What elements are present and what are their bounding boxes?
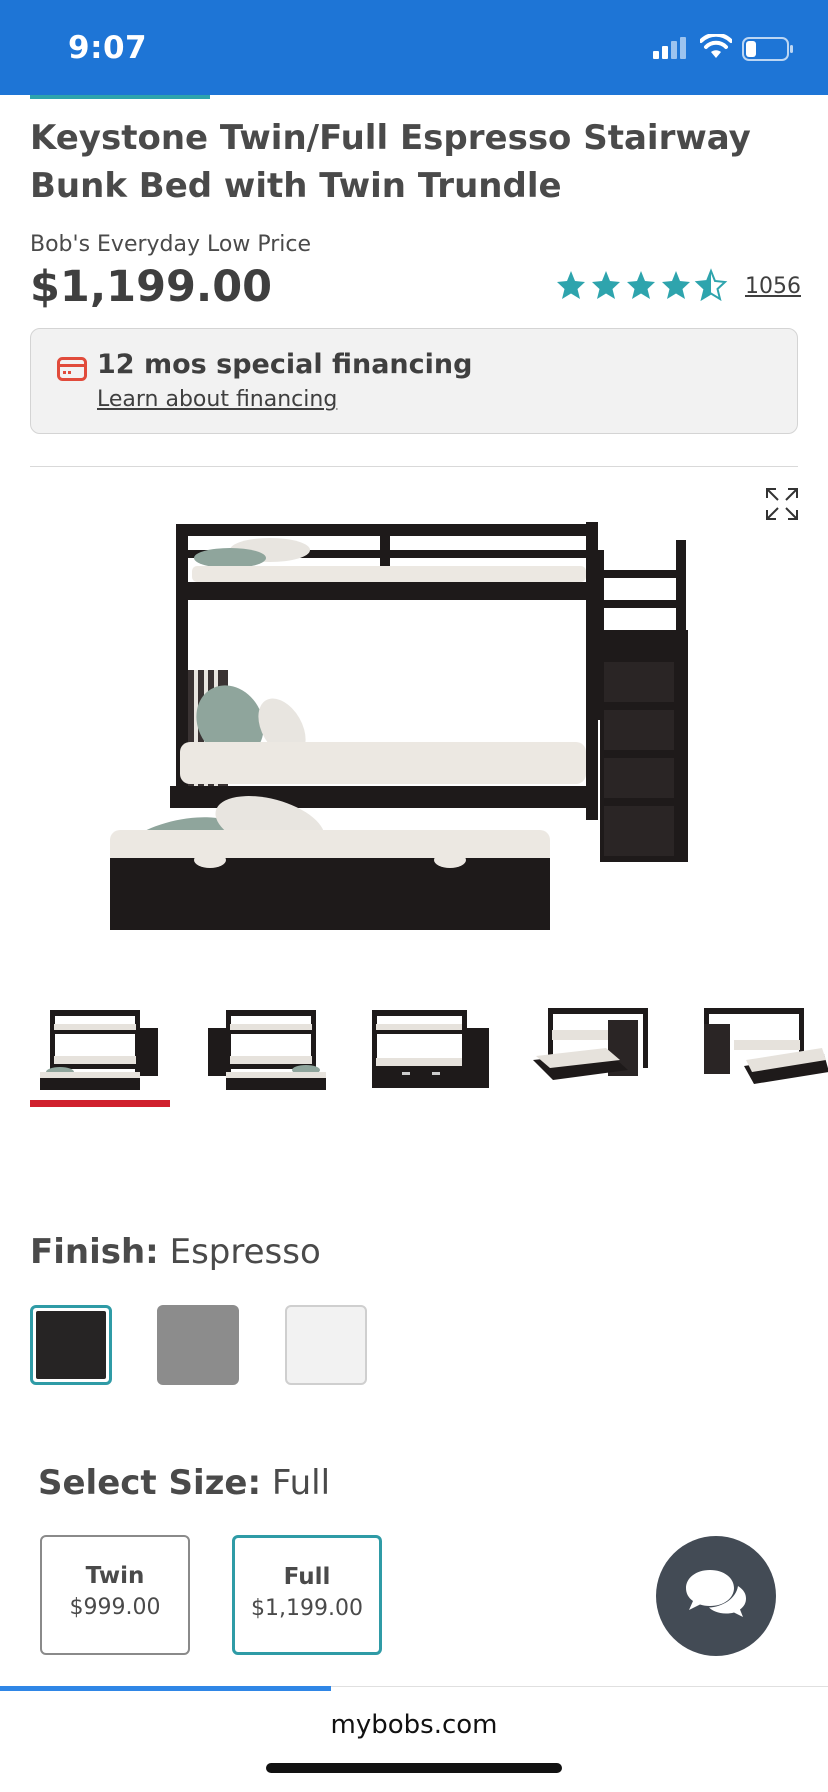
- finish-swatch-gray[interactable]: [157, 1305, 239, 1385]
- size-option-full[interactable]: Full $1,199.00: [232, 1535, 382, 1655]
- divider: [30, 466, 798, 467]
- wifi-icon: [700, 34, 732, 58]
- url-bar[interactable]: mybobs.com: [0, 1710, 828, 1740]
- star-icon: [627, 271, 655, 299]
- finish-value: Espresso: [169, 1232, 321, 1272]
- star-icon: [592, 271, 620, 299]
- size-label: Select Size: Full: [38, 1463, 330, 1503]
- finish-swatch-white[interactable]: [285, 1305, 367, 1385]
- size-value: Full: [271, 1463, 331, 1503]
- thumbnail-image[interactable]: [196, 1000, 336, 1100]
- size-option-price: $1,199.00: [251, 1596, 363, 1621]
- product-price: $1,199.00: [30, 262, 273, 312]
- status-time: 9:07: [68, 30, 148, 66]
- thumbnail-image[interactable]: [528, 1000, 668, 1100]
- size-option-twin[interactable]: Twin $999.00: [40, 1535, 190, 1655]
- home-indicator[interactable]: [266, 1763, 562, 1773]
- star-icon: [662, 271, 690, 299]
- learn-financing-link[interactable]: Learn about financing: [97, 387, 337, 412]
- selected-thumbnail-indicator: [30, 1100, 170, 1107]
- star-rating[interactable]: [556, 268, 728, 302]
- page-load-progress: [0, 1686, 331, 1691]
- size-option-name: Twin: [85, 1563, 145, 1589]
- swatch-color: [36, 1311, 106, 1379]
- thumbnail-image[interactable]: [30, 1000, 170, 1100]
- price-label: Bob's Everyday Low Price: [30, 232, 311, 257]
- finish-label-key: Finish:: [30, 1232, 159, 1272]
- status-bar: 9:07: [0, 0, 828, 95]
- size-label-key: Select Size:: [38, 1463, 262, 1503]
- battery-icon: [742, 37, 793, 61]
- financing-box: 12 mos special financing Learn about fin…: [30, 328, 798, 434]
- half-star-icon: [696, 270, 726, 300]
- product-title: Keystone Twin/Full Espresso Stairway Bun…: [30, 118, 751, 206]
- signal-icon: [653, 37, 686, 59]
- review-count-link[interactable]: 1056: [745, 274, 801, 299]
- expand-icon[interactable]: [764, 486, 800, 522]
- star-icon: [557, 271, 585, 299]
- active-tab-indicator: [30, 95, 210, 99]
- financing-title: 12 mos special financing: [97, 349, 473, 380]
- thumbnail-image[interactable]: [694, 1000, 828, 1100]
- finish-swatch-espresso[interactable]: [30, 1305, 112, 1385]
- size-option-price: $999.00: [69, 1595, 161, 1620]
- thumbnail-strip: [30, 1000, 828, 1110]
- product-main-image[interactable]: [110, 510, 710, 960]
- finish-label: Finish: Espresso: [30, 1232, 321, 1272]
- thumbnail-image[interactable]: [362, 1000, 502, 1100]
- chat-bubbles-icon: [686, 1570, 746, 1617]
- chat-button[interactable]: [656, 1536, 776, 1656]
- size-option-name: Full: [283, 1564, 331, 1590]
- credit-card-icon: [57, 357, 87, 381]
